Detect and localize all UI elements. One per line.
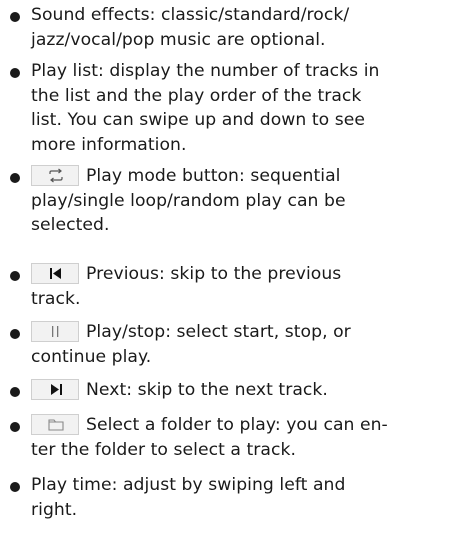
item-text: Play time: adjust by swiping left and ri… <box>31 473 451 522</box>
bullet-icon <box>10 68 20 78</box>
repeat-icon <box>31 165 79 186</box>
folder-icon <box>31 414 79 435</box>
bullet-icon <box>10 482 20 492</box>
text-line: Sound effects: classic/standard/rock/ <box>31 5 350 25</box>
text-line: continue play. <box>31 346 152 367</box>
text-line: play/single loop/random play can be <box>31 190 346 211</box>
item-text: Next: skip to the next track. <box>31 378 451 403</box>
text-line: more information. <box>31 134 187 155</box>
text-line: Next: skip to the next track. <box>86 380 328 400</box>
text-line: Previous: skip to the previous <box>86 264 342 284</box>
item-text: Sound effects: classic/standard/rock/ ja… <box>31 3 451 52</box>
feature-list: Sound effects: classic/standard/rock/ ja… <box>0 0 461 541</box>
next-track-icon <box>31 379 79 400</box>
item-text: Play list: display the number of tracks … <box>31 59 451 157</box>
text-line: selected. <box>31 215 110 236</box>
bullet-icon <box>10 329 20 339</box>
text-line: Play time: adjust by swiping left and <box>31 475 346 495</box>
bullet-icon <box>10 387 20 397</box>
text-line: track. <box>31 288 81 309</box>
text-line: jazz/vocal/pop music are optional. <box>31 29 326 50</box>
text-line: ter the folder to select a track. <box>31 439 296 460</box>
text-line: Play mode button: sequential <box>86 166 341 186</box>
text-line: Play/stop: select start, stop, or <box>86 322 351 342</box>
text-line: Play list: display the number of tracks … <box>31 61 380 81</box>
text-line: right. <box>31 499 78 520</box>
bullet-icon <box>10 422 20 432</box>
item-text: Previous: skip to the previous track. <box>31 262 451 311</box>
text-line: the list and the play order of the track <box>31 85 362 106</box>
item-text: Play mode button: sequential play/single… <box>31 164 451 238</box>
bullet-icon <box>10 12 20 22</box>
previous-track-icon <box>31 263 79 284</box>
bullet-icon <box>10 271 20 281</box>
item-text: Play/stop: select start, stop, or contin… <box>31 320 451 369</box>
item-text: Select a folder to play: you can en- ter… <box>31 413 451 462</box>
text-line: list. You can swipe up and down to see <box>31 110 365 131</box>
bullet-icon <box>10 173 20 183</box>
text-line: Select a folder to play: you can en- <box>86 415 388 435</box>
pause-icon <box>31 321 79 342</box>
